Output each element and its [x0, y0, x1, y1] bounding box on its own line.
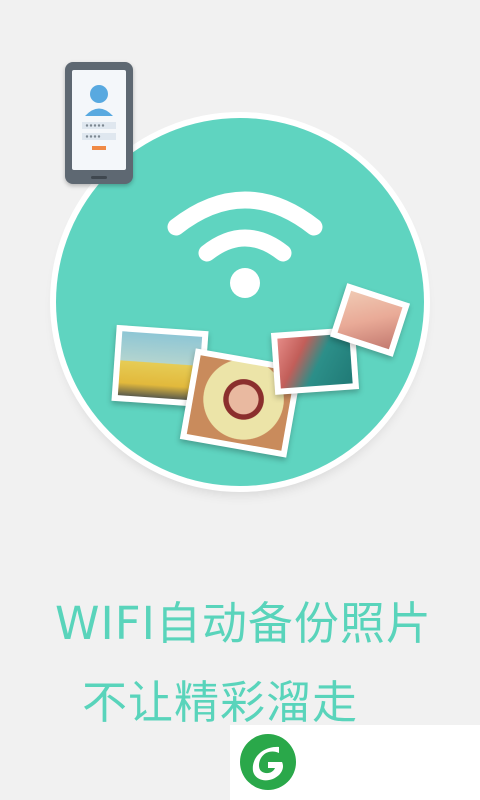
phone-screen	[72, 70, 126, 170]
wifi-icon	[167, 191, 323, 298]
phone-login-icon	[65, 62, 133, 184]
leaf-g-logo-icon	[240, 734, 296, 790]
slogan-line-2: 不让精彩溜走	[82, 676, 359, 729]
slogan-line-1: WIFI自动备份照片	[55, 597, 432, 650]
photo-face-closeup-image	[337, 290, 403, 350]
photo-teal-portrait-image	[277, 333, 353, 389]
phone-home-button	[91, 176, 107, 179]
